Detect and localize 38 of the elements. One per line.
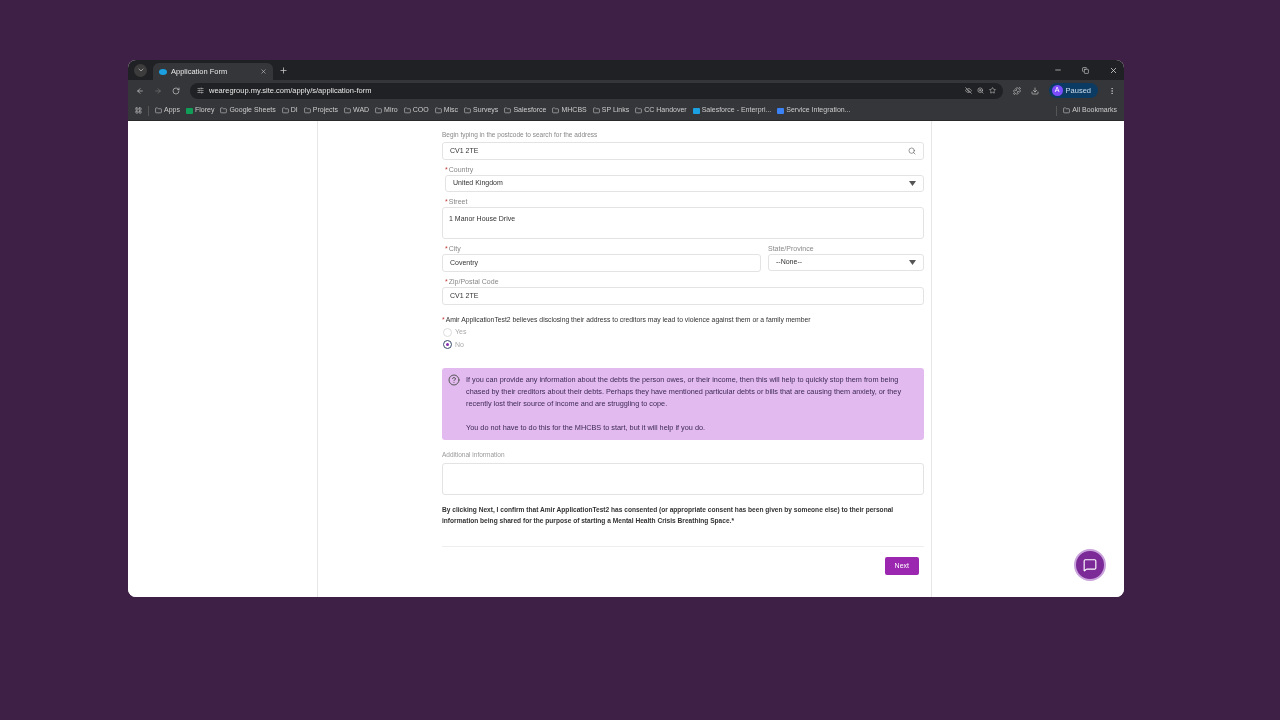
folder-icon: [635, 107, 643, 114]
folder-icon: [403, 107, 411, 114]
folder-icon: [552, 107, 560, 114]
folder-icon: [1063, 107, 1071, 114]
menu-icon[interactable]: [1108, 86, 1116, 95]
apps-grid-icon[interactable]: [135, 107, 142, 114]
close-icon[interactable]: [260, 68, 267, 75]
extensions-icon[interactable]: [1012, 86, 1021, 95]
close-window-icon[interactable]: [1109, 65, 1118, 75]
help-icon: [448, 374, 460, 386]
additional-info-field[interactable]: [442, 462, 924, 495]
minimize-icon[interactable]: [1054, 66, 1062, 74]
folder-icon: [375, 107, 383, 114]
folder-icon: [220, 107, 228, 114]
bookmark-star-icon[interactable]: [988, 87, 996, 94]
chat-button[interactable]: [1074, 549, 1106, 581]
folder-icon: [155, 107, 162, 114]
zoom-icon[interactable]: [976, 87, 984, 94]
folder-icon: [344, 107, 352, 114]
restore-icon[interactable]: [1082, 66, 1089, 74]
search-icon: [908, 147, 916, 155]
eye-off-icon[interactable]: [964, 87, 972, 94]
folder-icon: [281, 107, 289, 114]
caret-icon: [909, 260, 916, 265]
folder-icon: [592, 107, 600, 114]
download-icon[interactable]: [1030, 86, 1039, 95]
folder-icon: [504, 107, 512, 114]
chat-icon: [1083, 558, 1097, 572]
caret-icon: [909, 181, 916, 186]
tab-menu-button[interactable]: [134, 63, 147, 77]
folder-icon: [303, 107, 311, 114]
folder-icon: [464, 107, 472, 114]
folder-icon: [434, 107, 442, 114]
chevron-down-icon: [136, 66, 145, 74]
new-tab-icon[interactable]: [279, 65, 288, 75]
reload-icon[interactable]: [172, 86, 180, 95]
site-settings-icon[interactable]: [197, 87, 204, 94]
back-icon[interactable]: [136, 86, 144, 95]
